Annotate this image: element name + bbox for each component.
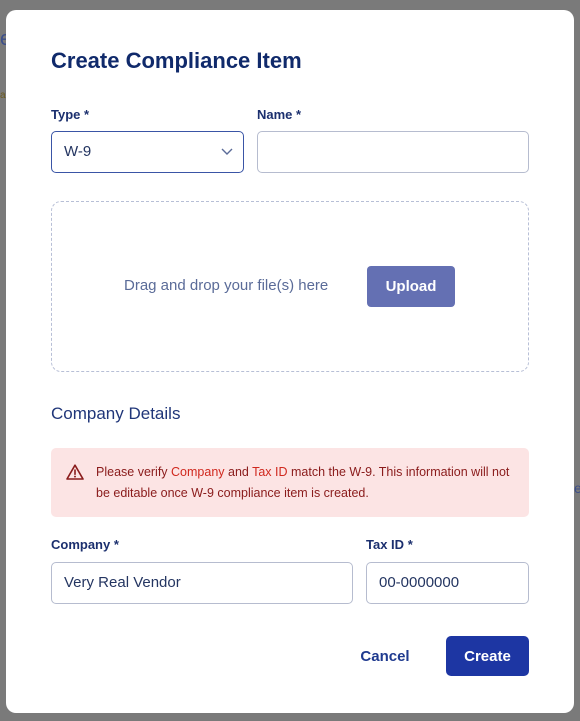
type-label-text: Type	[51, 107, 81, 122]
warning-alert: Please verify Company and Tax ID match t…	[51, 448, 529, 517]
required-mark: *	[407, 537, 413, 552]
company-input[interactable]: Very Real Vendor	[51, 562, 353, 604]
chevron-down-icon	[221, 148, 233, 155]
file-dropzone[interactable]: Drag and drop your file(s) here Upload	[51, 201, 529, 372]
type-select[interactable]: W-9	[51, 131, 244, 173]
modal-title: Create Compliance Item	[51, 48, 302, 73]
tax-id-input-value: 00-0000000	[379, 574, 460, 591]
cancel-button[interactable]: Cancel	[346, 636, 424, 676]
company-input-value: Very Real Vendor	[64, 574, 181, 591]
required-mark: *	[296, 107, 302, 122]
warning-message: Please verify Company and Tax ID match t…	[96, 462, 516, 504]
create-compliance-modal: Create Compliance Item Type * W-9 Name *…	[6, 10, 574, 713]
tax-id-input[interactable]: 00-0000000	[366, 562, 529, 604]
tax-id-label-text: Tax ID	[366, 537, 405, 552]
name-label: Name *	[257, 107, 301, 122]
tax-id-label: Tax ID *	[366, 537, 413, 552]
create-button[interactable]: Create	[446, 636, 529, 676]
name-label-text: Name	[257, 107, 293, 122]
required-mark: *	[84, 107, 90, 122]
required-mark: *	[113, 537, 119, 552]
warning-company-highlight: Company	[171, 465, 225, 479]
backdrop-text-fragment: a	[0, 90, 6, 101]
backdrop-text-fragment: e	[574, 480, 580, 496]
company-label: Company *	[51, 537, 119, 552]
dropzone-text: Drag and drop your file(s) here	[124, 277, 329, 294]
name-input[interactable]	[257, 131, 529, 173]
type-label: Type *	[51, 107, 89, 122]
warning-icon	[66, 464, 84, 480]
type-select-value: W-9	[64, 143, 92, 160]
warning-and: and	[224, 465, 253, 479]
company-label-text: Company	[51, 537, 111, 552]
warning-taxid-highlight: Tax ID	[252, 465, 288, 479]
warning-prefix: Please verify	[96, 465, 172, 479]
company-details-heading: Company Details	[51, 404, 181, 423]
upload-button[interactable]: Upload	[367, 266, 455, 307]
